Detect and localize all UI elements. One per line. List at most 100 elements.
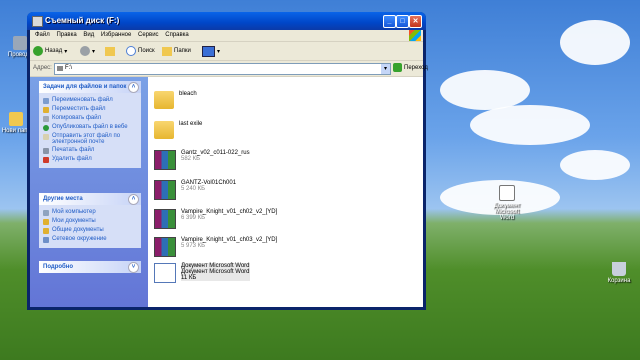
chevron-down-icon: ▾ (92, 48, 96, 55)
file-item[interactable]: Vampire_Knight_v01_ch02_v2_[YD] 6 399 КБ (154, 209, 277, 229)
desktop-icon-label: Корзина (607, 278, 631, 284)
back-button[interactable]: Назад ▾ (33, 45, 67, 57)
network-icon (43, 237, 49, 243)
cloud (470, 105, 590, 145)
place-shared-documents[interactable]: Общие документы (39, 226, 141, 235)
cloud (440, 70, 530, 110)
desktop-icon-label: Нови папк (1, 128, 31, 134)
file-item[interactable]: bleach (154, 91, 197, 109)
archive-icon (154, 150, 176, 170)
word-document-icon (499, 185, 515, 201)
archive-icon (154, 209, 176, 229)
task-publish[interactable]: Опубликовать файл в вебе (39, 123, 141, 132)
file-list: bleach last exile Gantz_v02_c011-022_rus… (148, 77, 423, 307)
tasks-panel: Задачи для файлов и папок ˄ Переименоват… (39, 81, 141, 168)
address-label: Адрес: (33, 65, 52, 71)
forward-button[interactable]: ▾ (80, 45, 95, 57)
file-item[interactable]: last exile (154, 121, 202, 139)
menu-bar: Файл Правка Вид Избранное Сервис Справка (30, 30, 423, 42)
place-network[interactable]: Сетевое окружение (39, 235, 141, 244)
file-name: last exile (179, 121, 203, 127)
tasks-panel-header[interactable]: Задачи для файлов и папок ˄ (39, 81, 141, 93)
menu-view[interactable]: Вид (83, 32, 94, 38)
places-panel-header[interactable]: Другие места ˄ (39, 193, 141, 205)
minimize-button[interactable]: _ (383, 15, 396, 28)
title-bar[interactable]: Съемный диск (F:) _ □ ✕ (27, 12, 426, 30)
collapse-icon[interactable]: ˄ (128, 82, 139, 93)
delete-icon (43, 157, 49, 163)
search-label: Поиск (138, 48, 155, 54)
drive-icon (57, 66, 63, 71)
address-bar: Адрес: F:\ ▾ Переход (30, 61, 428, 77)
menu-tools[interactable]: Сервис (138, 32, 159, 38)
computer-icon (43, 210, 49, 216)
folder-icon (154, 91, 174, 109)
go-arrow-icon (393, 63, 402, 72)
search-button[interactable]: Поиск (126, 45, 155, 57)
chevron-down-icon: ▾ (217, 48, 221, 55)
file-name: bleach (179, 91, 197, 97)
close-button[interactable]: ✕ (409, 15, 422, 28)
file-item[interactable]: Gantz_v02_c011-022_rus 582 КБ (154, 150, 250, 170)
explorer-window: Съемный диск (F:) _ □ ✕ Файл Правка Вид … (27, 12, 428, 310)
cloud (560, 150, 630, 180)
task-pane: Задачи для файлов и папок ˄ Переименоват… (30, 77, 148, 307)
up-button[interactable] (105, 45, 115, 57)
file-size: 11 КБ (181, 275, 197, 281)
windows-logo-icon (409, 30, 421, 41)
place-label: Мой компьютер (52, 209, 96, 215)
task-label: Печатать файл (52, 147, 95, 153)
tasks-panel-title: Задачи для файлов и папок (43, 84, 127, 90)
toolbar: Назад ▾ ▾ Поиск Папки ▾ (30, 42, 423, 61)
go-button[interactable]: Переход (393, 63, 428, 72)
place-my-computer[interactable]: Мой компьютер (39, 208, 141, 217)
places-panel: Другие места ˄ Мой компьютер Мои докумен… (39, 193, 141, 248)
details-panel-header[interactable]: Подробно ˅ (39, 261, 141, 273)
views-button[interactable]: ▾ (202, 45, 220, 57)
task-email[interactable]: Отправить этот файл по электронной почте (39, 132, 141, 146)
task-label: Отправить этот файл по электронной почте (52, 133, 121, 145)
place-my-documents[interactable]: Мои документы (39, 217, 141, 226)
task-label: Переместить файл (52, 106, 106, 112)
file-item[interactable]: Vampire_Knight_v01_ch03_v2_[YD] 5 973 КБ (154, 237, 277, 257)
back-label: Назад (45, 48, 63, 54)
folders-button[interactable]: Папки (162, 45, 191, 57)
details-panel-title: Подробно (43, 264, 74, 270)
folder-icon (9, 112, 23, 126)
back-arrow-icon (33, 46, 43, 56)
place-label: Сетевое окружение (52, 236, 107, 242)
task-delete[interactable]: Удалить файл (39, 155, 141, 164)
address-dropdown-button[interactable]: ▾ (381, 64, 390, 74)
cloud (560, 20, 630, 65)
collapse-icon[interactable]: ˄ (128, 194, 139, 205)
archive-icon (154, 180, 176, 200)
task-move[interactable]: Переместить файл (39, 105, 141, 114)
task-label: Удалить файл (52, 156, 92, 162)
archive-icon (154, 237, 176, 257)
folders-icon (162, 46, 172, 56)
maximize-button[interactable]: □ (396, 15, 409, 28)
menu-favorites[interactable]: Избранное (101, 32, 131, 38)
file-item[interactable]: GANTZ-Vol01Ch001 5 240 КБ (154, 180, 236, 200)
desktop-icon-recycle-bin[interactable]: Корзина (599, 262, 639, 284)
menu-help[interactable]: Справка (165, 32, 189, 38)
menu-edit[interactable]: Правка (56, 32, 76, 38)
printer-icon (43, 148, 49, 154)
file-item-selected[interactable]: Документ Microsoft Word Документ Microsof… (154, 263, 250, 283)
expand-icon[interactable]: ˅ (128, 262, 139, 273)
file-size: 582 КБ (181, 156, 201, 162)
rename-icon (43, 98, 49, 104)
chevron-down-icon: ▾ (64, 48, 68, 55)
window-title: Съемный диск (F:) (45, 16, 120, 25)
computer-icon (13, 36, 27, 50)
desktop-icon-label: Документ Microsoft Word (493, 203, 521, 221)
move-icon (43, 107, 49, 113)
menu-file[interactable]: Файл (35, 32, 50, 38)
desktop-icon-word-doc[interactable]: Документ Microsoft Word (487, 185, 527, 221)
task-print[interactable]: Печатать файл (39, 146, 141, 155)
task-copy[interactable]: Копировать файл (39, 114, 141, 123)
views-icon (202, 45, 215, 57)
address-input[interactable]: F:\ ▾ (54, 63, 391, 75)
folder-up-icon (105, 46, 115, 56)
task-rename[interactable]: Переименовать файл (39, 96, 141, 105)
